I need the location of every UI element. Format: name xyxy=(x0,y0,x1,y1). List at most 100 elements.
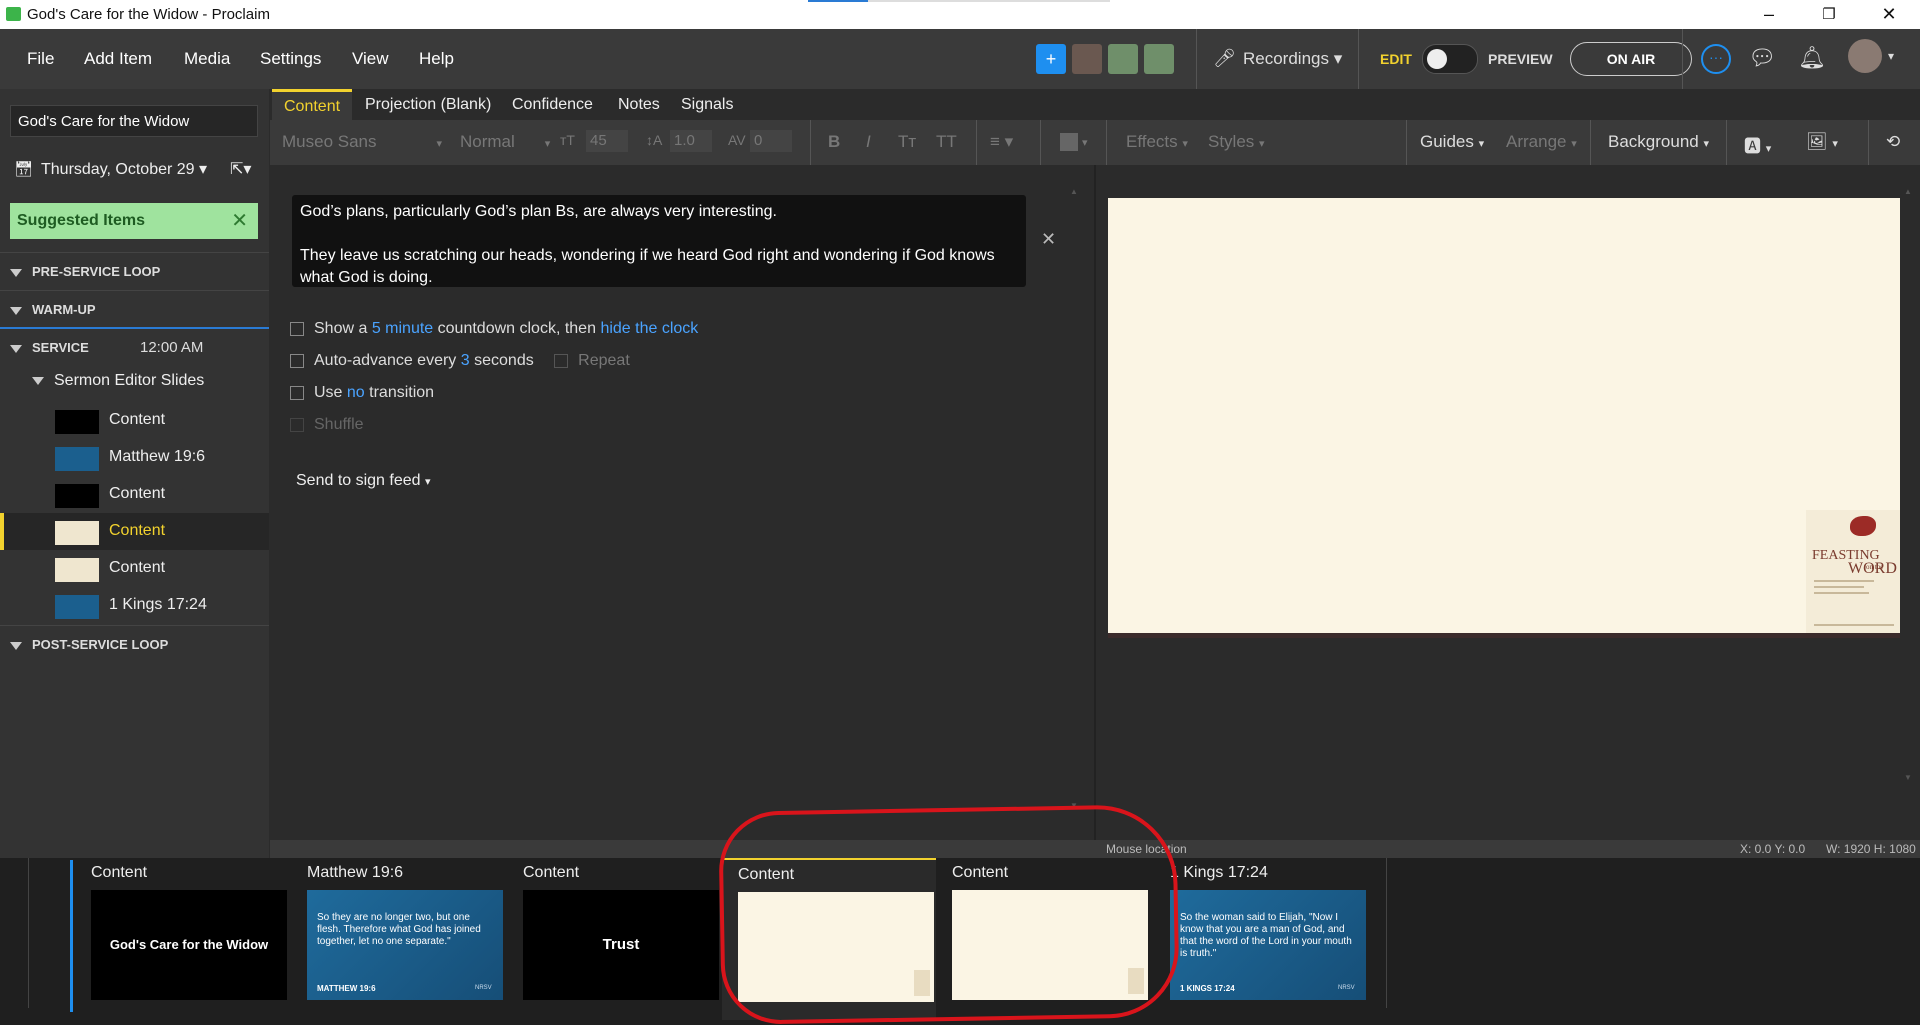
font-label: Museo Sans xyxy=(282,132,377,151)
text-case-icon[interactable]: Tт xyxy=(898,132,916,152)
selection-bar xyxy=(0,513,4,550)
advance-seconds-link[interactable]: 3 xyxy=(461,352,470,369)
suggested-items-banner[interactable]: Suggested Items ✕ xyxy=(10,203,258,239)
scroll-up-icon[interactable]: ▲ xyxy=(1070,187,1078,196)
text-box-icon[interactable]: 🅰︎ ▾ xyxy=(1744,132,1771,157)
chevron-down-icon[interactable]: ▾ xyxy=(1082,136,1088,149)
section-service[interactable]: SERVICE 12:00 AM xyxy=(0,327,269,366)
send-to-sign-feed-menu[interactable]: Send to sign feed ▾ xyxy=(296,472,431,490)
divider xyxy=(1196,29,1197,89)
arrange-label: Arrange xyxy=(1506,132,1567,151)
tab-notes[interactable]: Notes xyxy=(606,89,672,120)
slide-preview[interactable]: FEASTING on the WORD xyxy=(1108,198,1900,638)
align-icon[interactable]: ≡ ▾ xyxy=(990,132,1013,152)
slide-thumbnail: God's Care for the Widow xyxy=(91,890,287,1000)
hide-clock-link[interactable]: hide the clock xyxy=(600,320,698,337)
tab-projection[interactable]: Projection (Blank) xyxy=(353,89,503,120)
section-label: WARM-UP xyxy=(32,302,96,317)
user-icon[interactable] xyxy=(1108,44,1138,74)
sidebar-item[interactable]: Content xyxy=(0,402,269,439)
uppercase-icon[interactable]: TT xyxy=(936,132,957,152)
countdown-checkbox[interactable] xyxy=(290,321,304,336)
section-pre-service[interactable]: PRE-SERVICE LOOP xyxy=(0,252,269,290)
tab-signals[interactable]: Signals xyxy=(669,89,745,120)
chevron-down-icon[interactable]: ▾ xyxy=(1888,49,1894,63)
menu-settings[interactable]: Settings xyxy=(260,49,321,69)
refresh-icon[interactable]: ⟲ xyxy=(1886,132,1900,152)
arrange-menu[interactable]: Arrange ▾ xyxy=(1506,132,1577,152)
recordings-menu[interactable]: Recordings ▾ xyxy=(1243,49,1342,69)
guides-menu[interactable]: Guides ▾ xyxy=(1420,132,1484,152)
service-title-field[interactable]: God's Care for the Widow xyxy=(10,105,258,137)
scroll-up-icon[interactable]: ▲ xyxy=(1904,187,1912,196)
tab-confidence[interactable]: Confidence xyxy=(500,89,605,120)
app-icon xyxy=(6,7,21,21)
filmstrip-slide[interactable]: Content Trust xyxy=(505,858,719,1018)
font-size-field[interactable]: 45 xyxy=(586,130,628,152)
bold-icon[interactable]: B xyxy=(828,132,840,152)
sidebar-item-label: 1 Kings 17:24 xyxy=(109,596,207,613)
menu-view[interactable]: View xyxy=(352,49,389,69)
line-height-field[interactable]: 1.0 xyxy=(670,130,712,152)
sidebar-item[interactable]: Content xyxy=(0,550,269,587)
minimize-icon[interactable]: – xyxy=(1746,0,1792,29)
avatar[interactable] xyxy=(1072,44,1102,74)
menu-add-item[interactable]: Add Item xyxy=(84,49,152,69)
close-icon[interactable]: ✕ xyxy=(1041,229,1056,250)
filmstrip-slide[interactable]: Content God's Care for the Widow xyxy=(73,858,287,1018)
open-external-icon[interactable]: ⇱▾ xyxy=(230,159,251,179)
background-menu[interactable]: Background ▾ xyxy=(1608,132,1709,152)
image-icon[interactable]: 🖼︎ ▾ xyxy=(1806,132,1838,152)
date-picker[interactable]: Thursday, October 29 ▾ xyxy=(41,159,207,179)
slide-text-editor[interactable]: God’s plans, particularly God’s plan Bs,… xyxy=(292,195,1026,287)
sidebar-item[interactable]: Matthew 19:6 xyxy=(0,439,269,476)
effects-menu[interactable]: Effects ▾ xyxy=(1126,132,1188,152)
section-post-service[interactable]: POST-SERVICE LOOP xyxy=(0,625,269,663)
letter-spacing-field[interactable]: 0 xyxy=(750,130,792,152)
edit-preview-toggle[interactable] xyxy=(1422,44,1478,74)
title-accent-track xyxy=(868,0,1110,2)
italic-icon[interactable]: I xyxy=(866,132,871,152)
color-swatch-icon[interactable] xyxy=(1060,133,1078,151)
close-icon[interactable]: ✕ xyxy=(231,203,248,239)
restore-icon[interactable]: ❐ xyxy=(1806,0,1852,29)
subsection-label: Sermon Editor Slides xyxy=(54,372,205,389)
sidebar-item[interactable]: 1 Kings 17:24 xyxy=(0,587,269,624)
menu-media[interactable]: Media xyxy=(184,49,230,69)
scroll-down-icon[interactable]: ▼ xyxy=(1904,773,1912,782)
close-icon[interactable]: ✕ xyxy=(1866,0,1912,29)
preview-label: PREVIEW xyxy=(1488,51,1553,67)
canvas-dims: W: 1920 H: 1080 xyxy=(1826,842,1916,856)
chat-icon[interactable]: 💬︎ xyxy=(1748,45,1776,71)
sidebar-item-selected[interactable]: Content xyxy=(0,513,269,550)
user-icon[interactable] xyxy=(1144,44,1174,74)
sidebar-item[interactable]: Content xyxy=(0,476,269,513)
section-warm-up[interactable]: WARM-UP xyxy=(0,290,269,328)
countdown-option: Show a 5 minute countdown clock, then hi… xyxy=(290,320,698,338)
font-select[interactable]: Museo Sans ▾ xyxy=(282,132,442,152)
transition-checkbox[interactable] xyxy=(290,385,304,400)
add-user-icon[interactable]: + xyxy=(1036,44,1066,74)
text-paragraph: They leave us scratching our heads, wond… xyxy=(300,247,995,286)
suggested-label: Suggested Items xyxy=(17,212,146,229)
menu-file[interactable]: File xyxy=(27,49,54,69)
auto-advance-checkbox[interactable] xyxy=(290,353,304,368)
user-avatar[interactable] xyxy=(1848,39,1882,73)
menu-help[interactable]: Help xyxy=(419,49,454,69)
on-air-button[interactable]: ON AIR xyxy=(1570,42,1692,76)
styles-menu[interactable]: Styles ▾ xyxy=(1208,132,1265,152)
subsection-sermon-editor[interactable]: Sermon Editor Slides xyxy=(20,372,204,390)
countdown-duration-link[interactable]: 5 minute xyxy=(372,320,433,337)
bell-icon[interactable]: 🔔︎ xyxy=(1798,45,1826,71)
slide-version: NRSV xyxy=(475,985,492,991)
option-text: transition xyxy=(369,384,435,401)
more-icon[interactable]: ··· xyxy=(1701,44,1731,74)
tab-content[interactable]: Content xyxy=(272,89,353,123)
repeat-option: Repeat xyxy=(554,352,630,369)
filmstrip-slide[interactable]: Matthew 19:6 So they are no longer two, … xyxy=(289,858,503,1018)
sidebar-item-label: Content xyxy=(109,559,166,576)
filmstrip-slide[interactable]: 1 Kings 17:24 So the woman said to Elija… xyxy=(1150,858,1366,1018)
weight-select[interactable]: Normal ▾ xyxy=(460,132,550,152)
sidebar: God's Care for the Widow 📅︎ Thursday, Oc… xyxy=(0,89,269,859)
transition-link[interactable]: no xyxy=(347,384,365,401)
